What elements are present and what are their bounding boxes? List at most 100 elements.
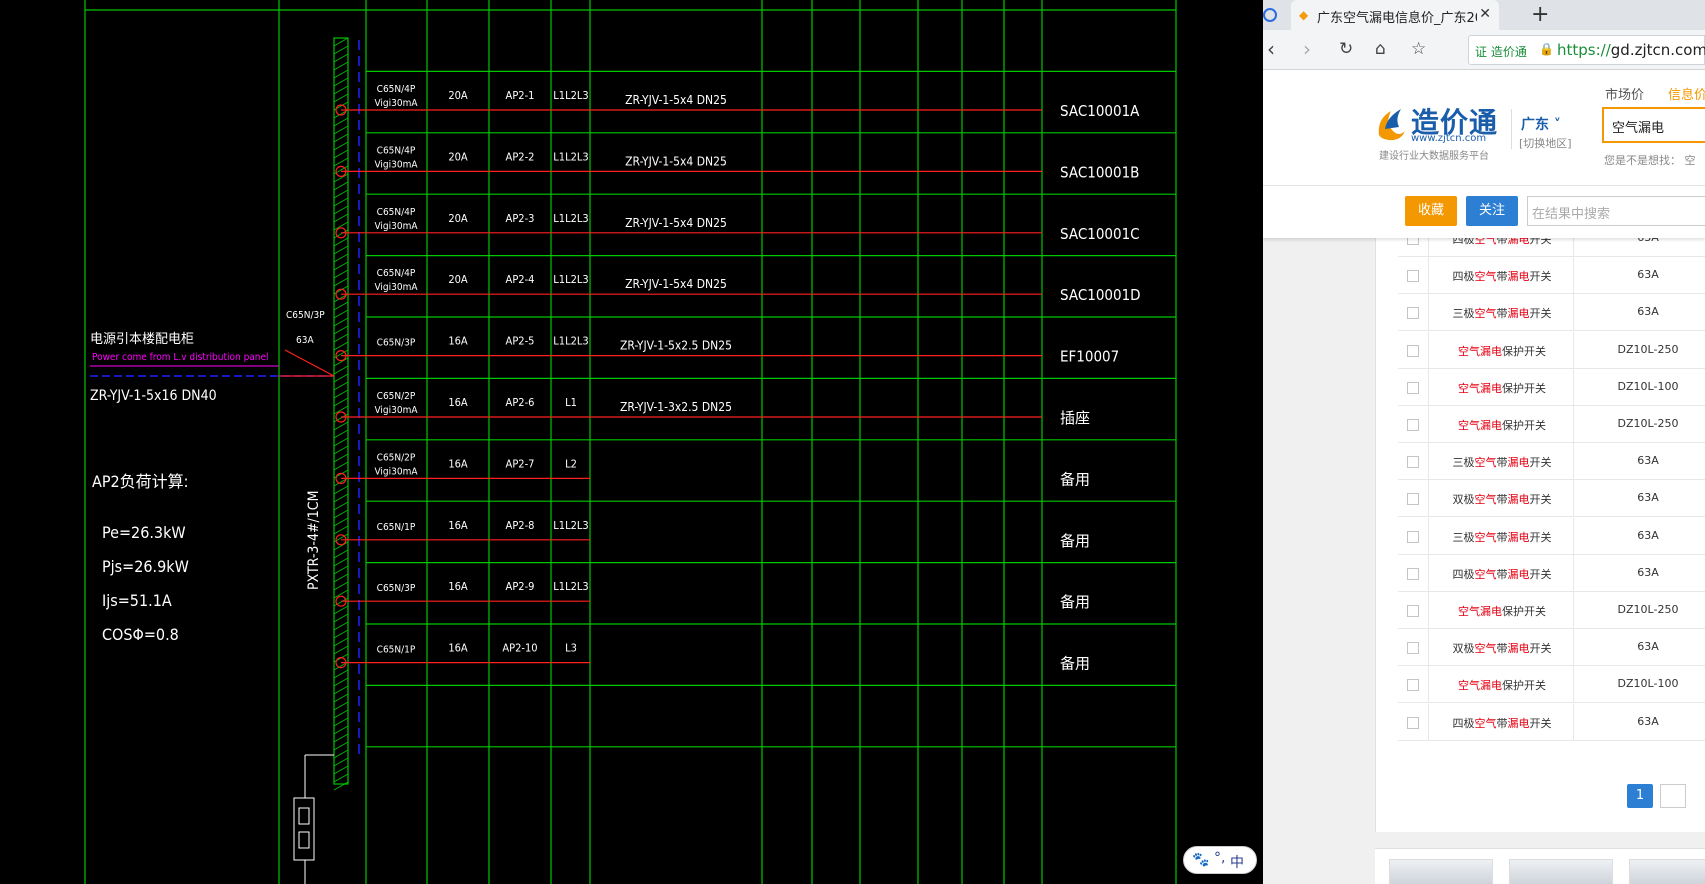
circuit-rating: 16A bbox=[448, 642, 468, 655]
table-row[interactable]: 三极空气带漏电开关 63A bbox=[1398, 294, 1705, 332]
product-thumbnail[interactable] bbox=[1389, 859, 1493, 884]
circuit-breaker: C65N/1P bbox=[377, 645, 416, 656]
busbar-hatch bbox=[333, 517, 349, 527]
row-checkbox[interactable] bbox=[1407, 344, 1419, 357]
busbar-hatch bbox=[333, 149, 349, 159]
table-row[interactable]: 空气漏电保护开关 DZ10L-100 bbox=[1398, 666, 1705, 704]
product-thumbnail[interactable] bbox=[1629, 859, 1705, 884]
cad-drawing-area[interactable]: PXTR-3-4#/1CM 电源引本楼配电柜 Power come from L.v… bbox=[0, 0, 1263, 884]
page-1-button[interactable]: 1 bbox=[1627, 784, 1653, 808]
busbar-hatch bbox=[333, 253, 349, 263]
busbar-hatch bbox=[333, 765, 349, 775]
table-row[interactable]: 四极空气带漏电开关 63A bbox=[1398, 257, 1705, 295]
table-row[interactable]: 双极空气带漏电开关 63A bbox=[1398, 629, 1705, 667]
row-checkbox[interactable] bbox=[1407, 270, 1419, 283]
result-toolbar: 收藏 关注 在结果中搜索 bbox=[1263, 186, 1705, 238]
table-row[interactable]: 三极空气带漏电开关 63A bbox=[1398, 443, 1705, 481]
circuit-cable: ZR-YJV-1-5x4 DN25 bbox=[625, 216, 727, 230]
product-thumbnail[interactable] bbox=[1509, 859, 1613, 884]
back-icon[interactable]: ‹ bbox=[1267, 39, 1275, 59]
busbar-hatch bbox=[333, 69, 349, 79]
table-row[interactable]: 空气漏电保护开关 DZ10L-250 bbox=[1398, 592, 1705, 629]
ime-toolbar[interactable]: 🐾 °, 中 bbox=[1183, 846, 1257, 874]
row-checkbox[interactable] bbox=[1407, 493, 1419, 506]
spec-cell: 63A bbox=[1637, 454, 1659, 468]
row-checkbox[interactable] bbox=[1407, 381, 1419, 394]
circuit-id: AP2-7 bbox=[506, 457, 535, 470]
ime-punct[interactable]: °, bbox=[1214, 850, 1225, 866]
busbar-hatch bbox=[333, 709, 349, 719]
row-checkbox[interactable] bbox=[1407, 307, 1419, 320]
circuit-load: 备用 bbox=[1060, 532, 1090, 550]
busbar-hatch bbox=[333, 733, 349, 743]
table-row[interactable]: 四极空气带漏电开关 63A bbox=[1398, 554, 1705, 592]
row-checkbox[interactable] bbox=[1407, 642, 1419, 655]
circuit-rating: 20A bbox=[448, 212, 468, 225]
circuit-id: AP2-8 bbox=[506, 519, 535, 532]
row-checkbox[interactable] bbox=[1407, 567, 1419, 580]
product-name-link[interactable]: 空气漏电保护开关 bbox=[1429, 417, 1575, 433]
home-icon[interactable]: ⌂ bbox=[1375, 39, 1386, 59]
address-bar[interactable]: 证 造价通 🔒 https://gd.zjtcn.com/ bbox=[1468, 35, 1705, 65]
reload-icon[interactable]: ↻ bbox=[1339, 39, 1353, 59]
circuit-rating: 16A bbox=[448, 457, 468, 470]
table-row[interactable]: 空气漏电保护开关 DZ10L-100 bbox=[1398, 368, 1705, 406]
search-input[interactable]: 空气漏电 bbox=[1602, 107, 1705, 143]
region-switch-link[interactable]: [切换地区] bbox=[1519, 135, 1572, 151]
table-row[interactable]: 双极空气带漏电开关 63A bbox=[1398, 480, 1705, 518]
ime-lang-toggle[interactable]: 中 bbox=[1230, 852, 1244, 872]
incoming-cable: ZR-YJV-1-5x16 DN40 bbox=[90, 388, 217, 404]
header-divider bbox=[1511, 109, 1512, 149]
product-name-link[interactable]: 三极空气带漏电开关 bbox=[1429, 305, 1575, 321]
new-tab-icon[interactable]: + bbox=[1531, 2, 1549, 27]
circuit-load: SAC10001B bbox=[1060, 163, 1139, 181]
table-row[interactable]: 四极空气带漏电开关 63A bbox=[1398, 703, 1705, 741]
circuit-rating: 20A bbox=[448, 273, 468, 286]
product-name-link[interactable]: 空气漏电保护开关 bbox=[1429, 343, 1575, 359]
row-checkbox[interactable] bbox=[1407, 679, 1419, 692]
product-name-link[interactable]: 四极空气带漏电开关 bbox=[1429, 566, 1575, 582]
row-checkbox[interactable] bbox=[1407, 419, 1419, 431]
table-row[interactable]: 三极空气带漏电开关 63A bbox=[1398, 517, 1705, 555]
site-header: 造价通 www.zjtcn.com 建设行业大数据服务平台 广东 ˅ [切换地区… bbox=[1263, 71, 1705, 186]
info-price-link[interactable]: 信息价 bbox=[1668, 84, 1705, 103]
row-checkbox[interactable] bbox=[1407, 456, 1419, 469]
product-name-link[interactable]: 三极空气带漏电开关 bbox=[1429, 529, 1575, 545]
forward-icon[interactable]: › bbox=[1303, 39, 1311, 59]
surge-protector bbox=[293, 797, 315, 861]
busbar-hatch bbox=[333, 501, 349, 511]
bookmark-star-icon[interactable]: ☆ bbox=[1411, 39, 1426, 59]
circuit-cable: ZR-YJV-1-5x4 DN25 bbox=[625, 277, 727, 291]
spec-cell: 63A bbox=[1637, 268, 1659, 282]
active-tab[interactable]: ◆ 广东空气漏电信息价_广东2019年 ✕ bbox=[1291, 0, 1499, 30]
busbar-hatch bbox=[333, 61, 349, 71]
circuit-breaker: C65N/4P bbox=[377, 84, 416, 95]
page-next-button[interactable] bbox=[1660, 784, 1686, 808]
close-icon[interactable]: ✕ bbox=[1479, 6, 1491, 22]
market-price-link[interactable]: 市场价 bbox=[1605, 84, 1644, 103]
table-row[interactable]: 空气漏电保护开关 DZ10L-250 bbox=[1398, 406, 1705, 443]
product-name-link[interactable]: 双极空气带漏电开关 bbox=[1429, 640, 1575, 656]
row-checkbox[interactable] bbox=[1407, 530, 1419, 543]
name-cell: 四极空气带漏电开关 bbox=[1428, 257, 1575, 295]
region-selector[interactable]: 广东 ˅ bbox=[1521, 114, 1561, 134]
row-checkbox[interactable] bbox=[1407, 716, 1419, 729]
prev-tab-icon[interactable] bbox=[1263, 8, 1277, 22]
table-row[interactable]: 空气漏电保护开关 DZ10L-250 bbox=[1398, 331, 1705, 369]
row-checkbox[interactable] bbox=[1407, 605, 1419, 617]
product-name-link[interactable]: 四极空气带漏电开关 bbox=[1429, 715, 1575, 731]
product-name-link[interactable]: 空气漏电保护开关 bbox=[1429, 380, 1575, 396]
follow-button[interactable]: 关注 bbox=[1466, 196, 1518, 226]
product-name-link[interactable]: 空气漏电保护开关 bbox=[1429, 677, 1575, 693]
circuit-breaker: C65N/3P bbox=[377, 583, 416, 594]
collect-button[interactable]: 收藏 bbox=[1405, 196, 1457, 226]
result-search-input[interactable]: 在结果中搜索 bbox=[1527, 196, 1705, 226]
calc-line: Pjs=26.9kW bbox=[102, 557, 189, 576]
product-name-link[interactable]: 空气漏电保护开关 bbox=[1429, 603, 1575, 619]
product-name-link[interactable]: 双极空气带漏电开关 bbox=[1429, 491, 1575, 507]
busbar-hatch bbox=[333, 85, 349, 95]
product-name-link[interactable]: 四极空气带漏电开关 bbox=[1429, 268, 1575, 284]
circuit-phase: L1L2L3 bbox=[553, 212, 588, 225]
product-name-link[interactable]: 三极空气带漏电开关 bbox=[1429, 454, 1575, 470]
busbar-hatch bbox=[333, 485, 349, 495]
